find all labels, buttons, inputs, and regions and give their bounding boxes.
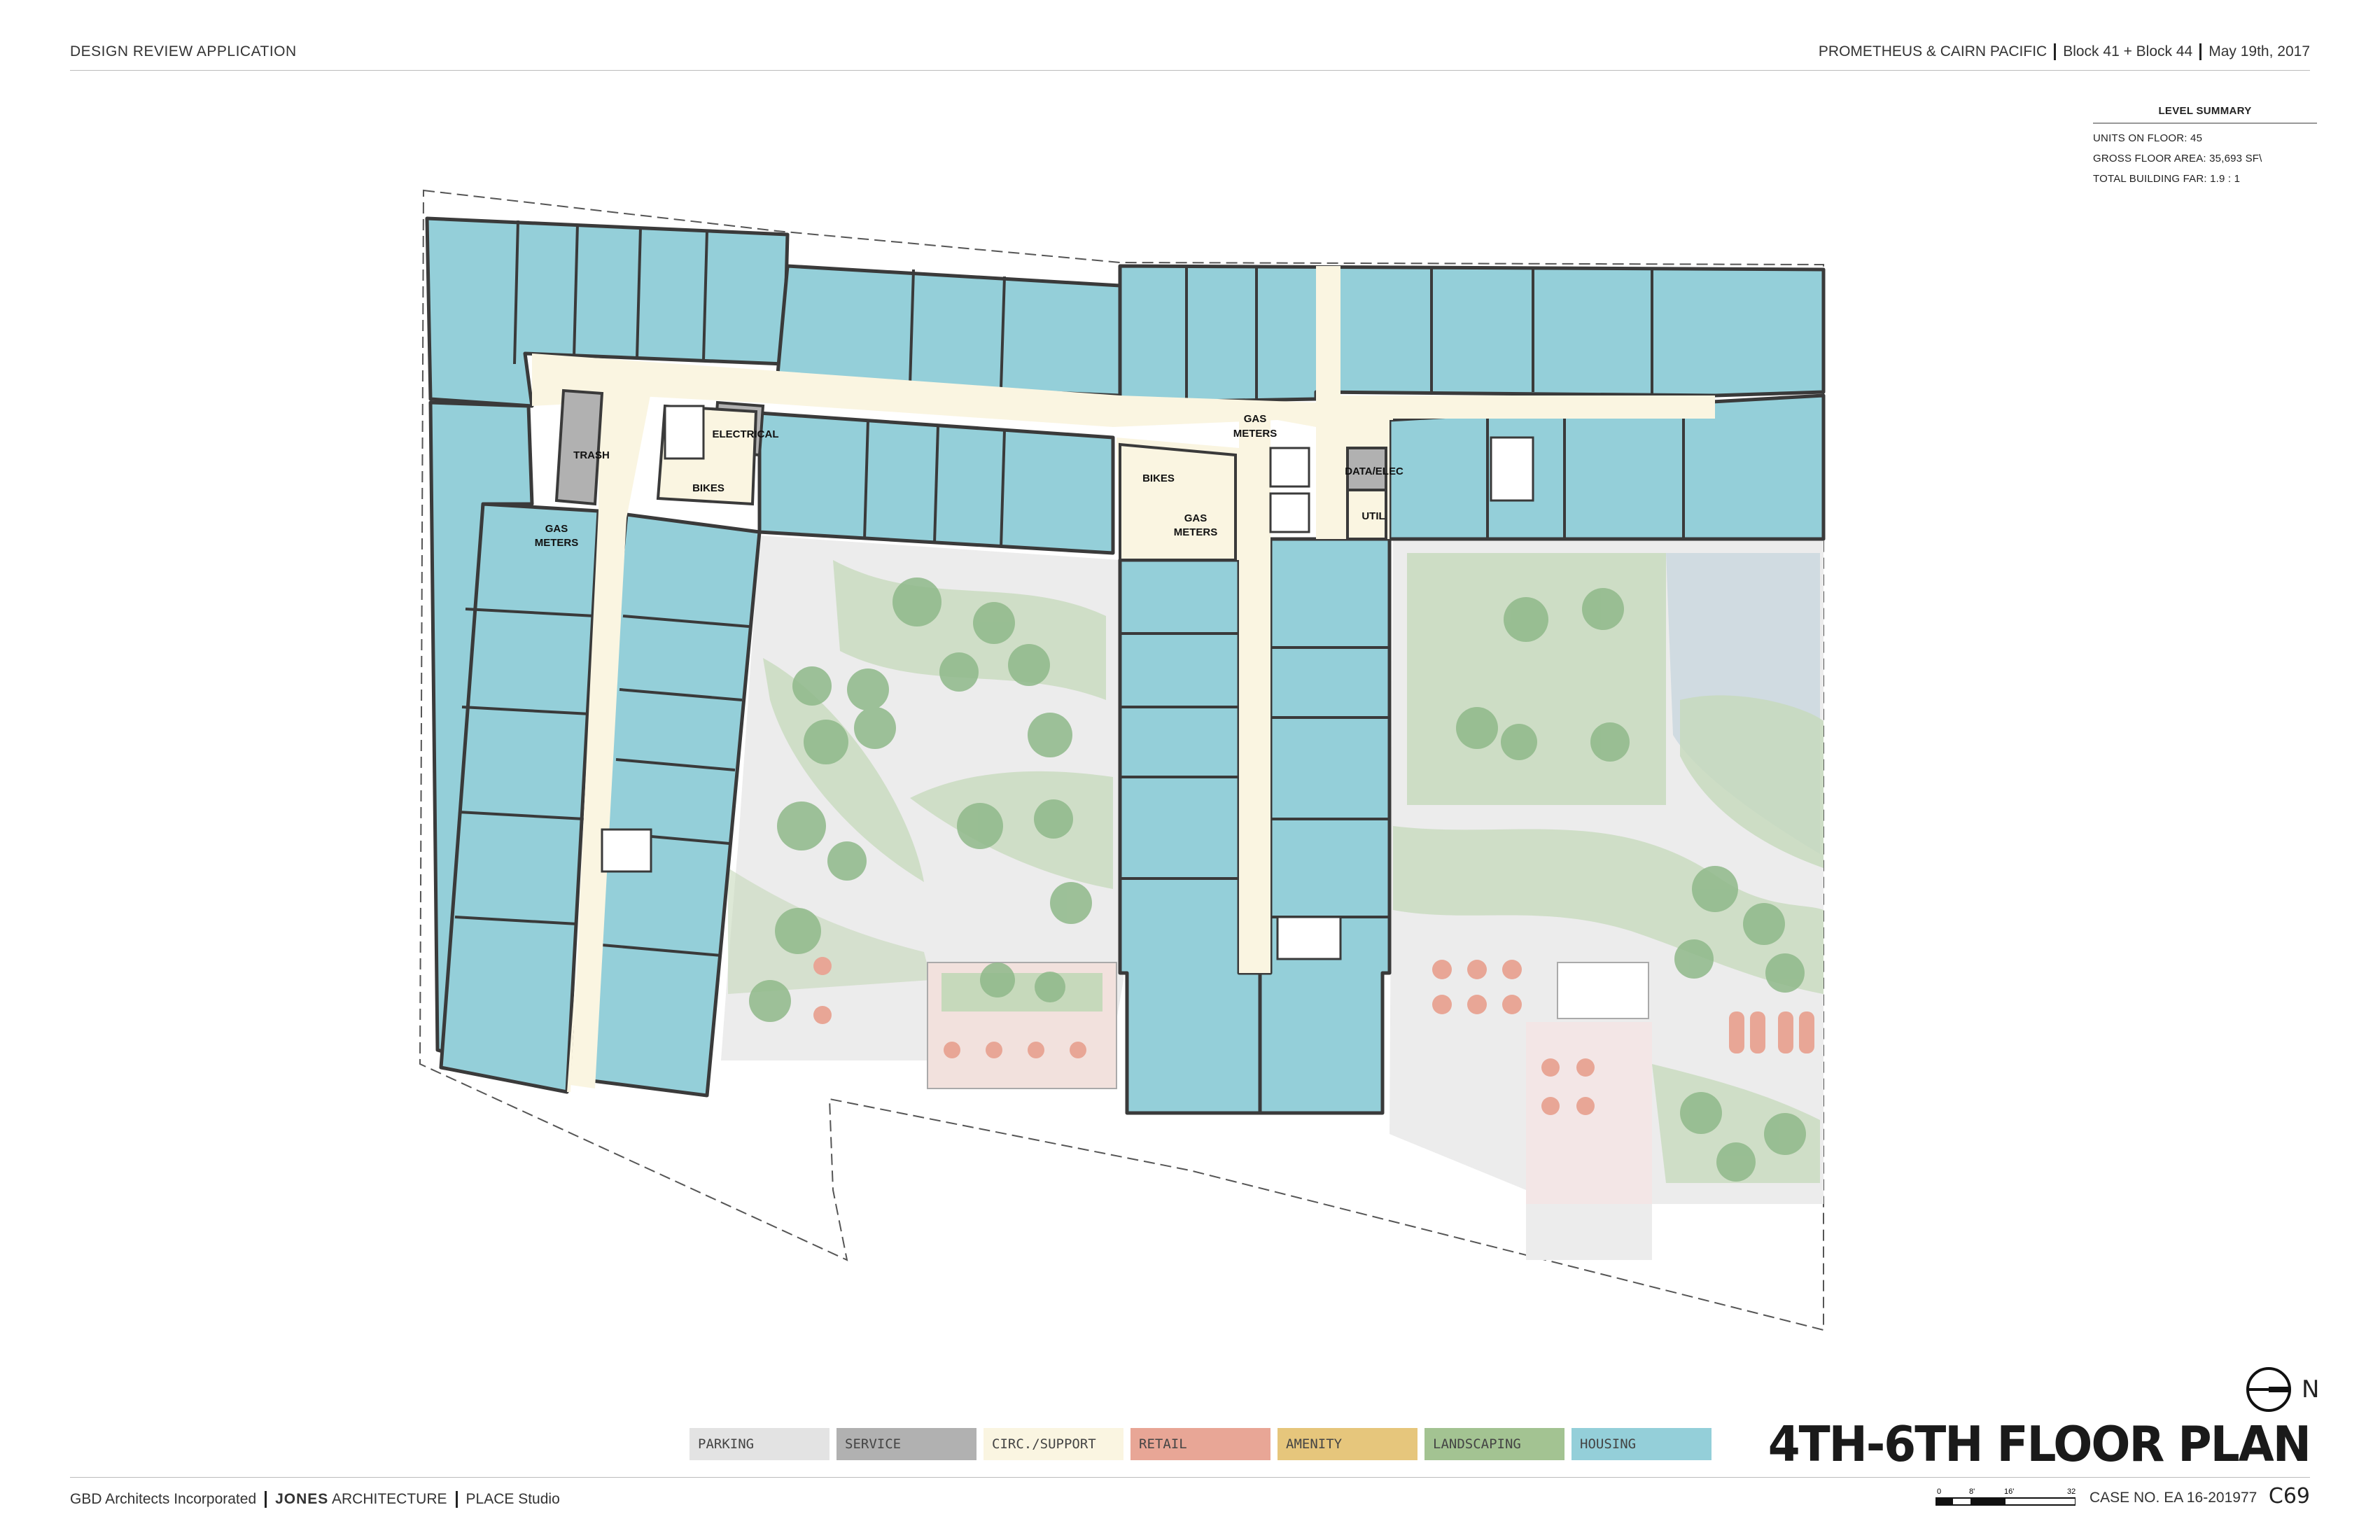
legend-swatch-service: SERVICE [836, 1428, 976, 1460]
legend-swatch-housing: HOUSING [1572, 1428, 1712, 1460]
planter-box [941, 973, 1102, 1011]
scale-tick-label: 0 [1937, 1488, 1941, 1496]
gas-meters-label-west-2: METERS [535, 537, 579, 549]
sheet-title: 4TH-6TH FLOOR PLAN [1768, 1416, 2311, 1473]
legend-swatch-parking: PARKING [690, 1428, 830, 1460]
north-label: N [2302, 1376, 2320, 1404]
legend-swatch-retail: RETAIL [1130, 1428, 1270, 1460]
divider [265, 1491, 267, 1508]
bike-room-label-west: BIKES [692, 482, 724, 494]
util-label: UTIL [1362, 510, 1385, 522]
legend-swatch-circ-support: CIRC./SUPPORT [983, 1428, 1124, 1460]
north-arrow-icon [2246, 1367, 2291, 1412]
firm-gbd: GBD Architects Incorporated [70, 1491, 257, 1507]
firm-jones: JONES ARCHITECTURE [275, 1491, 447, 1507]
green-roof [1407, 553, 1666, 805]
scale-tick-label: 32' [2067, 1488, 2076, 1496]
sheet-number: C69 [2268, 1484, 2310, 1508]
gas-meters-label-east-2: METERS [1174, 526, 1218, 538]
scale-bar: 0 8' 16' 32' [1935, 1488, 2076, 1506]
bike-room-label-east: BIKES [1142, 472, 1175, 484]
legend: PARKING SERVICE CIRC./SUPPORT RETAIL AMENITY… [690, 1428, 1712, 1460]
divider [455, 1491, 458, 1508]
gas-meters-label-west-1: GAS [545, 523, 568, 535]
legend-swatch-amenity: AMENITY [1278, 1428, 1418, 1460]
firm-place: PLACE Studio [465, 1491, 560, 1507]
firm-credits: GBD Architects Incorporated JONES ARCHIT… [70, 1491, 560, 1508]
legend-swatch-landscaping: LANDSCAPING [1424, 1428, 1564, 1460]
data-elec-label: DATA/ELEC [1345, 465, 1404, 477]
electrical-room-label: ELECTRICAL [713, 428, 779, 440]
scale-tick-label: 16' [2004, 1488, 2014, 1496]
scale-tick-label: 8' [1969, 1488, 1975, 1496]
footer-rule [70, 1477, 2310, 1478]
building-cutout [1557, 962, 1649, 1019]
trash-room-label: TRASH [573, 449, 610, 461]
gas-meters-label-north-1: GAS [1244, 413, 1267, 425]
gas-meters-label-east-1: GAS [1184, 512, 1208, 524]
case-number: CASE NO. EA 16-201977 [2090, 1490, 2258, 1506]
gas-meters-label-north-2: METERS [1233, 428, 1278, 440]
floor-plan-drawing: TRASH ELECTRICAL BIKES BIKES GAS METERS … [419, 189, 1826, 1331]
